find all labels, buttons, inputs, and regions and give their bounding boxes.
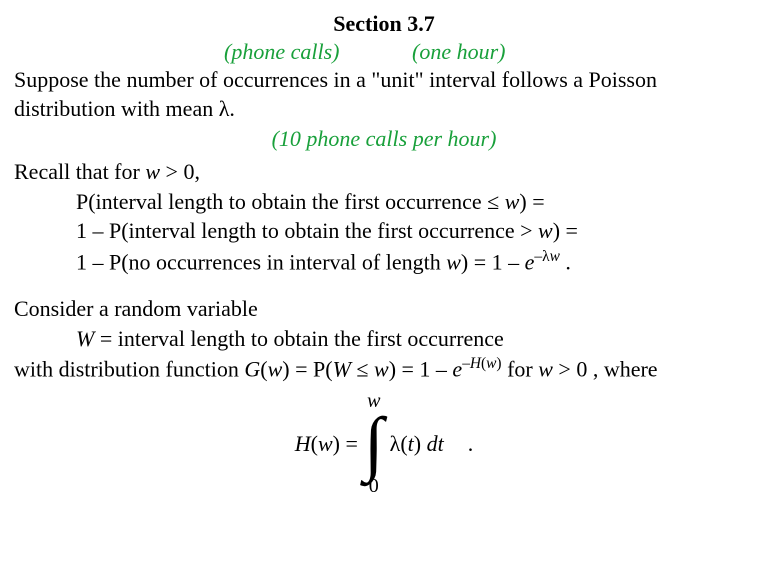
rv-exp-minus: –: [462, 355, 470, 372]
rv-dist-w3: w: [538, 357, 553, 382]
annotation-phone-calls: (phone calls): [224, 38, 339, 66]
prob-line-1-w: w: [499, 189, 519, 214]
prob3-mid: ) =: [461, 249, 486, 274]
annotation-one-hour: (one hour): [412, 38, 505, 66]
page: Section 3.7 (phone calls) (one hour) Sup…: [0, 0, 768, 498]
prob-line-2: 1 – P(interval length to obtain the firs…: [76, 217, 754, 245]
prob3-pre: 1 – P(no occurrences in interval of leng…: [76, 249, 446, 274]
rv-dist-for: for: [502, 357, 539, 382]
rv-def: W = interval length to obtain the first …: [76, 325, 754, 353]
rv-dist-G: G: [244, 357, 260, 382]
recall-lead-pre: Recall that for: [14, 159, 145, 184]
rv-dist-close2: ) = 1 –: [389, 357, 453, 382]
rv-dist-pre: with distribution function: [14, 357, 244, 382]
integral-sign-icon: ∫: [364, 413, 384, 474]
prob3-exponent: –λw: [534, 248, 559, 265]
recall-lead-post: > 0,: [160, 159, 200, 184]
rv-dist-w1: w: [268, 357, 283, 382]
integrand-dt: dt: [427, 431, 444, 456]
prob3-e: e: [525, 249, 535, 274]
integral-lower-limit: 0: [369, 474, 379, 498]
lhs-w: w: [318, 431, 333, 456]
integrand: λ(t) dt: [390, 430, 444, 458]
prob3-end: .: [560, 249, 571, 274]
prob-line-2-pre: 1 – P(interval length to obtain the firs…: [76, 218, 538, 243]
rv-dist-open: (: [260, 357, 267, 382]
rv-dist-exp: –H(w): [462, 355, 501, 372]
integral-equation: H(w) = w ∫ 0 λ(t) dt .: [14, 389, 754, 498]
intro-line-2: distribution with mean λ.: [14, 95, 754, 123]
prob-line-2-post: ) =: [553, 218, 578, 243]
intro-line-1: Suppose the number of occurrences in a "…: [14, 66, 754, 94]
spacer: [14, 277, 754, 295]
prob-line-3: 1 – P(no occurrences in interval of leng…: [76, 247, 754, 276]
prob-line-1: P(interval length to obtain the first oc…: [76, 188, 754, 216]
prob-line-2-w: w: [538, 218, 553, 243]
rv-dist-w2: w: [374, 357, 389, 382]
rv-dist: with distribution function G(w) = P(W ≤ …: [14, 354, 754, 383]
rv-def-rest: = interval length to obtain the first oc…: [94, 326, 503, 351]
integral-sign-column: w ∫ 0: [364, 389, 384, 498]
prob3-expr-pre: 1 –: [492, 249, 525, 274]
integrand-close: ): [414, 431, 427, 456]
rv-dist-leq: ≤: [351, 357, 374, 382]
prob-line-1-post: ) =: [519, 189, 544, 214]
integral-lhs: H(w) =: [295, 430, 358, 458]
intro-line-2-pre: distribution with mean: [14, 96, 219, 121]
prob3-exp-lambda: λ: [542, 248, 549, 265]
recall-lead: Recall that for w > 0,: [14, 158, 754, 186]
rv-exp-w: w: [486, 355, 496, 372]
rv-dist-close1: ) = P(: [282, 357, 332, 382]
rv-dist-e: e: [452, 357, 462, 382]
lambda-symbol: λ: [219, 96, 230, 121]
rv-lead: Consider a random variable: [14, 295, 754, 323]
prob3-exp-w: w: [550, 248, 560, 265]
annotation-rate: (10 phone calls per hour): [14, 125, 754, 153]
prob3-exp-minus: –: [534, 248, 542, 265]
lhs-close: ) =: [333, 431, 358, 456]
recall-lead-var: w: [145, 159, 160, 184]
rv-dist-tail: > 0 , where: [553, 357, 658, 382]
equation-period: .: [450, 430, 474, 458]
rv-exp-H: H: [470, 355, 481, 372]
prob-line-1-pre: P(interval length to obtain the first oc…: [76, 189, 487, 214]
integrand-lambda: λ: [390, 431, 401, 456]
annotation-row: (phone calls) (one hour): [14, 38, 754, 66]
lhs-H: H: [295, 431, 311, 456]
integrand-open: (: [400, 431, 407, 456]
lhs-open: (: [311, 431, 318, 456]
leq-symbol: ≤: [487, 189, 499, 214]
intro-line-2-post: .: [229, 96, 235, 121]
prob3-w: w: [446, 249, 461, 274]
rv-def-W: W: [76, 326, 94, 351]
rv-dist-W: W: [333, 357, 351, 382]
section-title: Section 3.7: [14, 10, 754, 38]
